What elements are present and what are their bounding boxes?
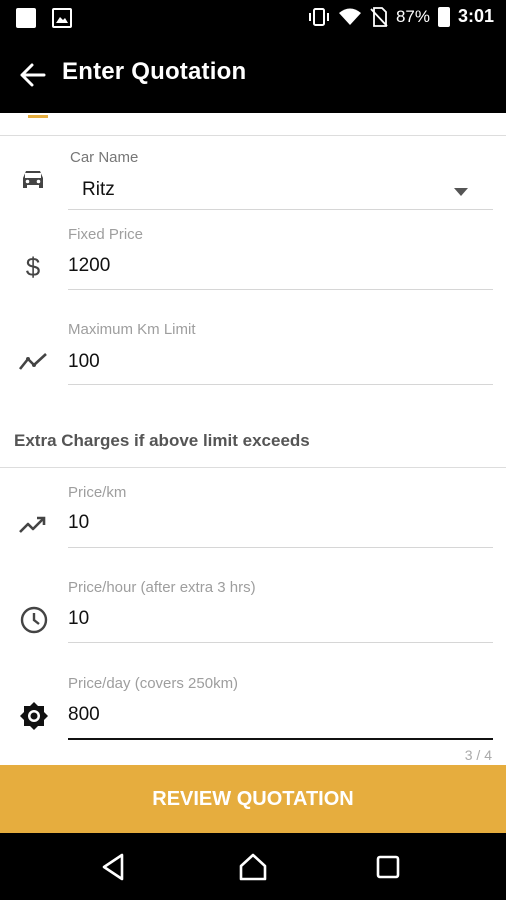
section-divider (0, 467, 506, 468)
no-sim-icon (370, 6, 388, 27)
price-hour-field[interactable]: Price/hour (after extra 3 hrs) 10 (68, 579, 493, 645)
car-name-underline (68, 209, 493, 210)
svg-text:$: $ (26, 252, 41, 281)
fixed-price-label: Fixed Price (68, 226, 144, 243)
navigation-bar (0, 833, 506, 900)
price-day-value: 800 (68, 704, 100, 725)
back-nav-icon[interactable] (98, 851, 130, 883)
dropdown-arrow-icon[interactable] (453, 187, 469, 197)
fixed-price-field[interactable]: Fixed Price 1200 (68, 226, 493, 292)
fixed-price-underline (68, 289, 493, 290)
app-bar: Enter Quotation (0, 36, 506, 113)
character-counter: 3 / 4 (464, 747, 492, 763)
price-km-label: Price/km (68, 484, 127, 501)
trending-up-icon (19, 516, 46, 533)
fixed-price-value: 1200 (68, 255, 111, 276)
review-quotation-button[interactable]: REVIEW QUOTATION (0, 765, 506, 833)
image-notification-icon (52, 8, 72, 28)
max-km-label: Maximum Km Limit (68, 321, 196, 338)
back-arrow-icon[interactable] (18, 61, 46, 89)
car-icon (23, 171, 43, 188)
price-hour-label: Price/hour (after extra 3 hrs) (68, 579, 256, 596)
price-km-field[interactable]: Price/km 10 (68, 484, 493, 550)
brightness-icon (20, 702, 48, 730)
price-day-underline (68, 738, 493, 740)
max-km-field[interactable]: Maximum Km Limit 100 (68, 321, 493, 387)
home-nav-icon[interactable] (237, 851, 269, 883)
price-km-value: 10 (68, 512, 90, 533)
notification-square-icon (16, 8, 36, 28)
car-name-value: Ritz (82, 179, 115, 200)
price-day-field[interactable]: Price/day (covers 250km) 800 (68, 675, 493, 741)
divider (0, 135, 506, 136)
trend-line-icon (18, 353, 47, 370)
price-hour-value: 10 (68, 608, 90, 629)
extra-charges-heading: Extra Charges if above limit exceeds (14, 431, 310, 450)
vibrate-icon (308, 7, 329, 26)
clock-icon (20, 606, 48, 634)
wifi-icon (338, 8, 361, 25)
battery-percent: 87% (395, 6, 430, 26)
price-km-underline (68, 547, 493, 548)
dollar-icon: $ (26, 252, 41, 281)
max-km-underline (68, 384, 493, 385)
clock: 3:01 (457, 6, 494, 26)
tab-indicator (28, 115, 48, 118)
car-name-label: Car Name (70, 149, 139, 166)
recents-nav-icon[interactable] (372, 851, 404, 883)
car-name-field[interactable]: Car Name Ritz (68, 149, 493, 211)
status-bar: 87% 3:01 (0, 0, 506, 36)
quotation-form: Car Name Ritz $ Fixed Price 1200 Maximum… (0, 113, 506, 765)
price-hour-underline (68, 642, 493, 643)
price-day-label: Price/day (covers 250km) (68, 675, 239, 692)
page-title: Enter Quotation (62, 58, 247, 85)
battery-icon (437, 6, 450, 27)
max-km-value: 100 (68, 351, 100, 372)
